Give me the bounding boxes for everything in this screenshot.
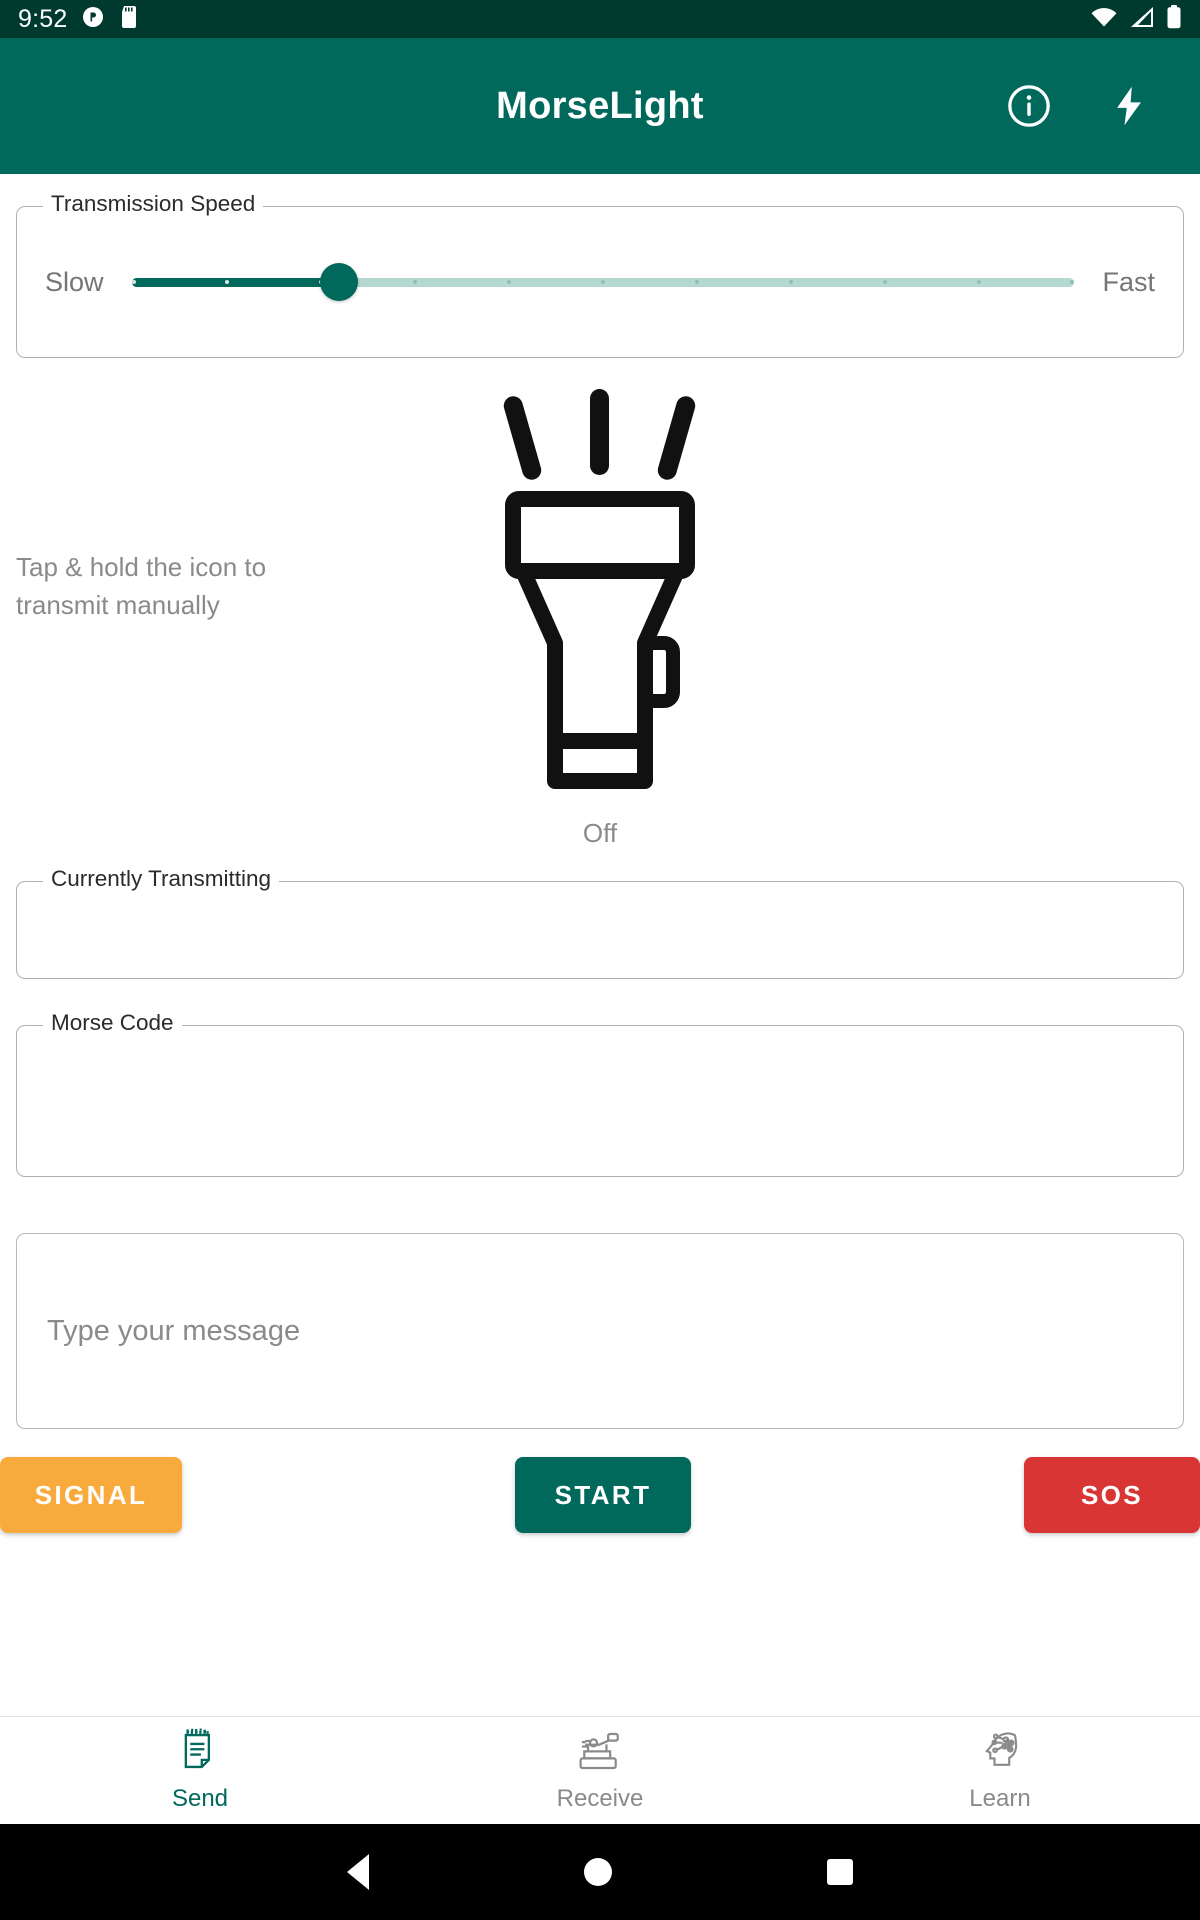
flash-bolt-icon[interactable]	[1102, 79, 1156, 133]
bottom-navigation: Send Receive Learn	[0, 1716, 1200, 1824]
telegraph-key-icon	[576, 1728, 624, 1779]
app-bar: MorseLight	[0, 38, 1200, 174]
slider-tick	[225, 280, 230, 284]
nav-label-learn: Learn	[969, 1785, 1031, 1812]
status-time: 9:52	[18, 4, 68, 33]
morse-code-legend: Morse Code	[43, 1011, 182, 1035]
slider-tick	[600, 280, 605, 284]
android-navigation-bar	[0, 1824, 1200, 1920]
slider-tick	[882, 280, 887, 284]
app-bar-actions	[1002, 79, 1178, 133]
battery-icon	[1166, 4, 1182, 34]
status-bar: 9:52	[0, 0, 1200, 38]
currently-transmitting-field[interactable]: Currently Transmitting	[16, 867, 1184, 979]
slider-ticks	[131, 278, 1075, 287]
speed-max-label: Fast	[1102, 266, 1155, 297]
nav-label-send: Send	[171, 1785, 229, 1812]
main-content: Transmission Speed Slow Fast Tap & hold …	[0, 174, 1200, 1716]
start-button[interactable]: START	[515, 1457, 691, 1533]
nav-item-receive[interactable]: Receive	[400, 1728, 800, 1813]
slider-tick	[413, 280, 418, 284]
slider-tick	[694, 280, 699, 284]
note-document-icon	[178, 1728, 222, 1779]
sos-button[interactable]: SOS	[1024, 1457, 1200, 1533]
torch-area: Tap & hold the icon to transmit manually	[16, 358, 1184, 828]
slider-tick	[507, 280, 512, 284]
speed-min-label: Slow	[45, 266, 104, 297]
currently-transmitting-legend: Currently Transmitting	[43, 867, 280, 891]
info-icon[interactable]	[1002, 79, 1056, 133]
morse-code-value	[17, 1026, 1183, 1062]
wifi-icon	[1090, 6, 1118, 33]
recents-square-icon[interactable]	[827, 1859, 853, 1885]
app-notification-icon	[81, 5, 105, 34]
flashlight-icon[interactable]	[485, 381, 715, 806]
status-bar-right	[1090, 4, 1182, 34]
transmission-speed-legend: Transmission Speed	[43, 192, 264, 216]
speed-slider[interactable]	[131, 252, 1075, 312]
slider-thumb[interactable]	[319, 263, 358, 301]
torch-hint: Tap & hold the icon to transmit manually	[16, 552, 267, 620]
home-circle-icon[interactable]	[584, 1858, 612, 1886]
slider-tick	[131, 280, 136, 284]
action-buttons-row: SIGNAL START SOS	[0, 1457, 1200, 1533]
nav-item-learn[interactable]: Learn	[800, 1728, 1200, 1813]
transmission-speed-section: Transmission Speed Slow Fast	[16, 192, 1184, 358]
brain-head-icon	[977, 1728, 1023, 1779]
signal-button[interactable]: SIGNAL	[0, 1457, 182, 1533]
nav-item-send[interactable]: Send	[0, 1728, 400, 1813]
back-triangle-icon[interactable]	[347, 1854, 369, 1890]
status-bar-left: 9:52	[18, 5, 139, 34]
app-screen: 9:52 MorseLight Transmission Speed Slow …	[0, 0, 1200, 1920]
slider-tick	[976, 280, 981, 284]
message-placeholder: Type your message	[47, 1314, 301, 1347]
cellular-signal-icon	[1129, 6, 1155, 33]
slider-tick	[1070, 280, 1075, 284]
sd-card-icon	[119, 5, 139, 34]
message-input[interactable]: Type your message	[16, 1233, 1184, 1429]
nav-label-receive: Receive	[556, 1785, 644, 1812]
morse-code-field[interactable]: Morse Code	[16, 1011, 1184, 1177]
slider-tick	[788, 280, 793, 284]
